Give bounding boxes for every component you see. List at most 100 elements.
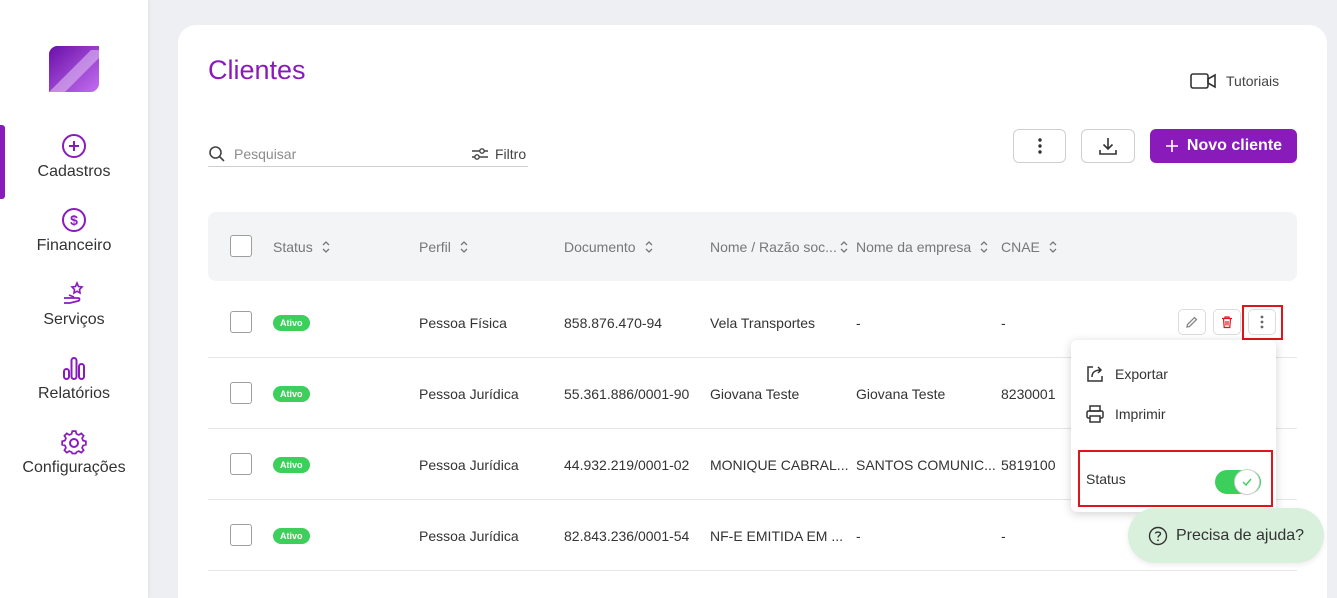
- nome-cell: Vela Transportes: [710, 314, 816, 331]
- hand-star-icon: [64, 281, 84, 304]
- sidebar-item-financeiro[interactable]: $ Financeiro: [0, 207, 148, 255]
- sort-icon: [1049, 240, 1057, 253]
- sidebar-item-relatorios[interactable]: Relatórios: [0, 355, 148, 403]
- download-button[interactable]: [1081, 129, 1135, 163]
- status-cell: Ativo: [273, 500, 310, 571]
- empresa-cell: Giovana Teste: [856, 385, 946, 402]
- sidebar-item-label: Configurações: [22, 459, 126, 476]
- status-cell: Ativo: [273, 287, 310, 358]
- sidebar: Cadastros $ Financeiro Serviços Relatóri…: [0, 0, 148, 598]
- dollar-circle-icon: $: [62, 208, 86, 232]
- documento-cell: 858.876.470-94: [564, 314, 663, 331]
- status-toggle-label: Status: [1086, 471, 1126, 487]
- plus-icon: [1165, 140, 1178, 152]
- perfil-cell: Pessoa Jurídica: [419, 527, 519, 544]
- empresa-cell: -: [856, 527, 861, 544]
- highlight-more-button: [1242, 305, 1283, 340]
- sidebar-item-label: Relatórios: [37, 385, 111, 402]
- nome-cell: Giovana Teste: [710, 385, 800, 402]
- question-circle-icon: [1148, 526, 1168, 545]
- perfil-cell: Pessoa Física: [419, 314, 507, 331]
- perfil-cell: Pessoa Jurídica: [419, 456, 519, 473]
- status-badge: Ativo: [273, 527, 310, 544]
- empresa-cell: SANTOS COMUNIC...: [856, 456, 996, 473]
- select-all-checkbox[interactable]: [230, 235, 252, 257]
- column-header-empresa[interactable]: Nome da empresa: [856, 212, 989, 281]
- row-checkbox[interactable]: [230, 453, 252, 475]
- new-client-label: Novo cliente: [1186, 137, 1283, 154]
- status-toggle[interactable]: [1215, 469, 1261, 495]
- sidebar-item-label: Cadastros: [37, 163, 111, 180]
- printer-icon: [1086, 405, 1104, 423]
- column-label: Status: [273, 238, 313, 255]
- menu-item-label: Exportar: [1115, 366, 1168, 382]
- search-bar: Filtro: [208, 141, 528, 167]
- row-checkbox[interactable]: [230, 311, 252, 333]
- gear-icon: [61, 430, 87, 455]
- sidebar-item-servicos[interactable]: Serviços: [0, 281, 148, 329]
- column-header-cnae[interactable]: CNAE: [1001, 212, 1058, 281]
- empresa-cell: -: [856, 314, 861, 331]
- help-label: Precisa de ajuda?: [1175, 526, 1305, 544]
- column-label: Documento: [564, 238, 636, 255]
- perfil-cell: Pessoa Jurídica: [419, 385, 519, 402]
- share-icon: [1087, 366, 1103, 382]
- column-label: CNAE: [1001, 238, 1040, 255]
- filter-label: Filtro: [495, 146, 527, 162]
- sliders-icon: [472, 148, 488, 160]
- plus-circle-icon: [62, 134, 86, 158]
- sort-icon: [322, 240, 330, 253]
- row-checkbox[interactable]: [230, 382, 252, 404]
- status-cell: Ativo: [273, 429, 310, 500]
- sidebar-item-cadastros[interactable]: Cadastros: [0, 133, 148, 181]
- sidebar-item-configuracoes[interactable]: Configurações: [0, 429, 148, 477]
- column-header-status[interactable]: Status: [273, 212, 331, 281]
- column-label: Nome / Razão soc...: [710, 238, 837, 255]
- delete-button[interactable]: [1213, 309, 1241, 335]
- column-header-documento[interactable]: Documento: [564, 212, 654, 281]
- more-vertical-icon: [1037, 138, 1042, 154]
- app-logo: [49, 46, 99, 92]
- documento-cell: 44.932.219/0001-02: [564, 456, 690, 473]
- video-camera-icon: [1190, 73, 1216, 89]
- status-badge: Ativo: [273, 385, 310, 402]
- table-header: Status Perfil Documento Nome / Razão soc…: [208, 212, 1297, 281]
- column-header-perfil[interactable]: Perfil: [419, 212, 469, 281]
- trash-icon: [1222, 316, 1232, 329]
- menu-item-imprimir[interactable]: Imprimir: [1085, 404, 1166, 424]
- new-client-button[interactable]: Novo cliente: [1150, 129, 1297, 163]
- column-label: Perfil: [419, 238, 451, 255]
- check-icon: [1242, 478, 1252, 486]
- pencil-icon: [1186, 316, 1198, 328]
- documento-cell: 82.843.236/0001-54: [564, 527, 690, 544]
- search-icon: [209, 145, 225, 162]
- documento-cell: 55.361.886/0001-90: [564, 385, 690, 402]
- toggle-knob: [1234, 469, 1260, 495]
- status-badge: Ativo: [273, 456, 310, 473]
- status-badge: Ativo: [273, 314, 310, 331]
- nome-cell: MONIQUE CABRAL...: [710, 456, 849, 473]
- sort-icon: [840, 240, 848, 253]
- search-input[interactable]: [234, 145, 464, 162]
- more-options-button[interactable]: [1013, 129, 1066, 163]
- edit-button[interactable]: [1178, 309, 1206, 335]
- tutorials-link[interactable]: Tutoriais: [1190, 72, 1279, 90]
- cnae-cell: -: [1001, 314, 1006, 331]
- row-checkbox[interactable]: [230, 524, 252, 546]
- cnae-cell: -: [1001, 527, 1006, 544]
- menu-item-exportar[interactable]: Exportar: [1085, 364, 1168, 384]
- sort-icon: [460, 240, 468, 253]
- page-title: Clientes: [208, 55, 306, 85]
- status-cell: Ativo: [273, 358, 310, 429]
- filter-button[interactable]: Filtro: [471, 141, 526, 167]
- column-label: Nome da empresa: [856, 238, 972, 255]
- sort-icon: [980, 240, 988, 253]
- sidebar-item-label: Serviços: [43, 311, 105, 328]
- column-header-nome[interactable]: Nome / Razão soc...: [710, 212, 849, 281]
- help-button[interactable]: Precisa de ajuda?: [1128, 508, 1324, 563]
- cnae-cell: 8230001: [1001, 385, 1056, 402]
- bar-chart-icon: [63, 357, 85, 380]
- nome-cell: NF-E EMITIDA EM ...: [710, 527, 844, 544]
- cnae-cell: 5819100: [1001, 456, 1056, 473]
- download-icon: [1099, 138, 1117, 155]
